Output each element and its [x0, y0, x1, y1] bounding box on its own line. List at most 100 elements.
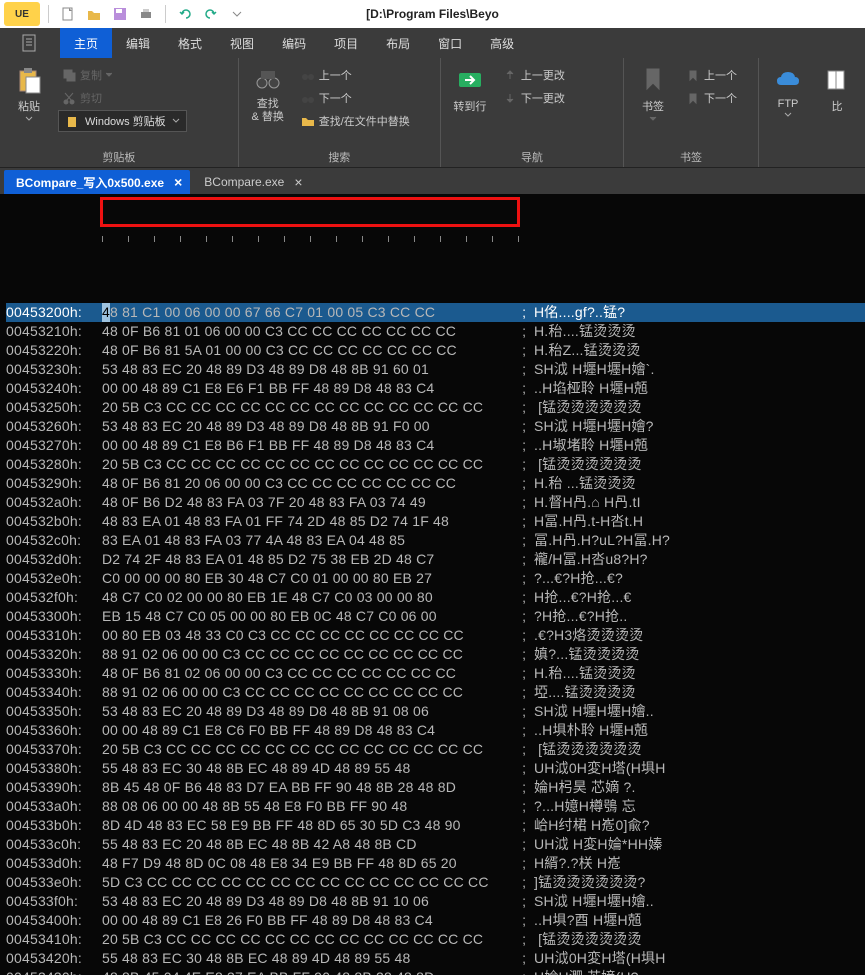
ascii-repr[interactable]: 峆H纣桾 H峞0]兪?: [534, 816, 650, 835]
compare-button[interactable]: 比: [817, 62, 857, 116]
hex-row[interactable]: 00453420h:55 48 83 EC 30 48 8B EC 48 89 …: [6, 949, 865, 968]
ascii-repr[interactable]: SH泧 H壥H壥H嬒?: [534, 417, 654, 436]
next-bookmark-button[interactable]: 下一个: [682, 87, 741, 109]
file-tab-active[interactable]: BCompare_写入0x500.exe ×: [4, 170, 190, 194]
hex-bytes[interactable]: 48 81 C1 00 06 00 00 67 66 C7 01 00 05 C…: [102, 303, 518, 322]
hex-bytes[interactable]: 88 08 06 00 00 48 8B 55 48 E8 F0 BB FF 9…: [102, 797, 518, 816]
hex-bytes[interactable]: 48 8B 45 04 4E E8 37 EA BB FF 90 48 8B 2…: [102, 968, 518, 975]
hex-bytes[interactable]: 20 5B C3 CC CC CC CC CC CC CC CC CC CC C…: [102, 398, 518, 417]
ascii-repr[interactable]: 婨H杛昊 芯嫡 ?.: [534, 778, 636, 797]
ftp-button[interactable]: FTP: [767, 62, 809, 120]
menu-view[interactable]: 视图: [216, 28, 268, 58]
hex-row[interactable]: 00453400h:00 00 48 89 C1 E8 26 F0 BB FF …: [6, 911, 865, 930]
ascii-repr[interactable]: ?...H嬑H樽鴞 忘: [534, 797, 636, 816]
find-replace-button[interactable]: 查找 & 替换: [247, 62, 289, 126]
hex-row[interactable]: 00453220h:48 0F B6 81 5A 01 00 00 C3 CC …: [6, 341, 865, 360]
hex-row[interactable]: 004532e0h:C0 00 00 00 80 EB 30 48 C7 C0 …: [6, 569, 865, 588]
hex-bytes[interactable]: 20 5B C3 CC CC CC CC CC CC CC CC CC CC C…: [102, 930, 518, 949]
hex-row[interactable]: 00453310h:00 80 EB 03 48 33 C0 C3 CC CC …: [6, 626, 865, 645]
ascii-repr[interactable]: 冨.H冎.H?uL?H冨.H?: [534, 531, 670, 550]
menu-advanced[interactable]: 高级: [476, 28, 528, 58]
ascii-repr[interactable]: UH泧0H変H塔(H埧H: [534, 949, 666, 968]
hex-bytes[interactable]: 20 5B C3 CC CC CC CC CC CC CC CC CC CC C…: [102, 740, 518, 759]
hex-row[interactable]: 004532f0h:48 C7 C0 02 00 00 80 EB 1E 48 …: [6, 588, 865, 607]
hex-bytes[interactable]: 48 0F B6 81 20 06 00 00 C3 CC CC CC CC C…: [102, 474, 518, 493]
ascii-repr[interactable]: H佲....gf?..锰?: [534, 303, 625, 322]
hex-editor[interactable]: 00453200h:48 81 C1 00 06 00 00 67 66 C7 …: [0, 194, 865, 975]
hex-bytes[interactable]: 48 83 EA 01 48 83 FA 01 FF 74 2D 48 85 D…: [102, 512, 518, 531]
ascii-repr[interactable]: [锰烫烫烫烫烫烫: [534, 398, 642, 417]
hex-row[interactable]: 004533a0h:88 08 06 00 00 48 8B 55 48 E8 …: [6, 797, 865, 816]
menu-format[interactable]: 格式: [164, 28, 216, 58]
hex-row[interactable]: 00453340h:88 91 02 06 00 00 C3 CC CC CC …: [6, 683, 865, 702]
menu-layout[interactable]: 布局: [372, 28, 424, 58]
hex-bytes[interactable]: 8D 4D 48 83 EC 58 E9 BB FF 48 8D 65 30 5…: [102, 816, 518, 835]
hex-row[interactable]: 00453290h:48 0F B6 81 20 06 00 00 C3 CC …: [6, 474, 865, 493]
ascii-repr[interactable]: ..H埧朴聆 H壥H兡: [534, 721, 648, 740]
hex-bytes[interactable]: 88 91 02 06 00 00 C3 CC CC CC CC CC CC C…: [102, 683, 518, 702]
hex-bytes[interactable]: 53 48 83 EC 20 48 89 D3 48 89 D8 48 8B 9…: [102, 702, 518, 721]
hex-bytes[interactable]: D2 74 2F 48 83 EA 01 48 85 D2 75 38 EB 2…: [102, 550, 518, 569]
hex-row[interactable]: 00453360h:00 00 48 89 C1 E8 C6 F0 BB FF …: [6, 721, 865, 740]
hex-bytes[interactable]: 55 48 83 EC 30 48 8B EC 48 89 4D 48 89 5…: [102, 949, 518, 968]
hex-row[interactable]: 00453390h:8B 45 48 0F B6 48 83 D7 EA BB …: [6, 778, 865, 797]
close-tab-button[interactable]: ×: [174, 174, 182, 190]
hex-row[interactable]: 00453370h:20 5B C3 CC CC CC CC CC CC CC …: [6, 740, 865, 759]
ascii-repr[interactable]: H抢...€?H抢...€: [534, 588, 632, 607]
ascii-repr[interactable]: [锰烫烫烫烫烫烫: [534, 455, 642, 474]
ascii-repr[interactable]: UH泧 H変H婨*HH嫀: [534, 835, 662, 854]
hex-bytes[interactable]: 48 C7 C0 02 00 00 80 EB 1E 48 C7 C0 03 0…: [102, 588, 518, 607]
hex-row[interactable]: 004532d0h:D2 74 2F 48 83 EA 01 48 85 D2 …: [6, 550, 865, 569]
print-button[interactable]: [135, 3, 157, 25]
hex-row[interactable]: 00453330h:48 0F B6 81 02 06 00 00 C3 CC …: [6, 664, 865, 683]
hex-bytes[interactable]: 53 48 83 EC 20 48 89 D3 48 89 D8 48 8B 9…: [102, 360, 518, 379]
hex-bytes[interactable]: 55 48 83 EC 30 48 8B EC 48 89 4D 48 89 5…: [102, 759, 518, 778]
hex-row[interactable]: 00453200h:48 81 C1 00 06 00 00 67 66 C7 …: [6, 303, 865, 322]
hex-row[interactable]: 004533c0h:55 48 83 EC 20 48 8B EC 48 8B …: [6, 835, 865, 854]
hex-row[interactable]: 004533f0h:53 48 83 EC 20 48 89 D3 48 89 …: [6, 892, 865, 911]
redo-button[interactable]: [200, 3, 222, 25]
ascii-repr[interactable]: H.督H冎.⌂ H冎.tI: [534, 493, 641, 512]
hex-row[interactable]: 00453430h:48 8B 45 04 4E E8 37 EA BB FF …: [6, 968, 865, 975]
hex-row[interactable]: 004533b0h:8D 4D 48 83 EC 58 E9 BB FF 48 …: [6, 816, 865, 835]
ascii-repr[interactable]: ?...€?H抢...€?: [534, 569, 623, 588]
prev-change-button[interactable]: 上一更改: [499, 64, 569, 86]
hex-bytes[interactable]: 00 00 48 89 C1 E8 E6 F1 BB FF 48 89 D8 4…: [102, 379, 518, 398]
ascii-repr[interactable]: H冨.H冎.t-H呇t.H: [534, 512, 643, 531]
file-menu-button[interactable]: [0, 28, 60, 58]
goto-line-button[interactable]: 转到行: [449, 62, 491, 116]
hex-row[interactable]: 00453320h:88 91 02 06 00 00 C3 CC CC CC …: [6, 645, 865, 664]
hex-bytes[interactable]: 48 0F B6 D2 48 83 FA 03 7F 20 48 83 FA 0…: [102, 493, 518, 512]
ascii-repr[interactable]: [锰烫烫烫烫烫烫: [534, 930, 642, 949]
ascii-repr[interactable]: .€?H3烙烫烫烫烫: [534, 626, 643, 645]
ascii-repr[interactable]: SH泧 H壥H壥H嬒`.: [534, 360, 655, 379]
hex-bytes[interactable]: EB 15 48 C7 C0 05 00 00 80 EB 0C 48 C7 C…: [102, 607, 518, 626]
hex-row[interactable]: 00453350h:53 48 83 EC 20 48 89 D3 48 89 …: [6, 702, 865, 721]
hex-row[interactable]: 004532a0h:48 0F B6 D2 48 83 FA 03 7F 20 …: [6, 493, 865, 512]
ascii-repr[interactable]: H.秮....锰烫烫烫: [534, 322, 636, 341]
ascii-repr[interactable]: UH泧0H変H塔(H埧H: [534, 759, 666, 778]
ascii-repr[interactable]: SH泧 H壥H壥H嬒..: [534, 892, 654, 911]
prev-bookmark-button[interactable]: 上一个: [682, 64, 741, 86]
paste-button[interactable]: 粘贴: [8, 62, 50, 124]
hex-row[interactable]: 00453380h:55 48 83 EC 30 48 8B EC 48 89 …: [6, 759, 865, 778]
hex-row[interactable]: 004532c0h:83 EA 01 48 83 FA 03 77 4A 48 …: [6, 531, 865, 550]
ascii-repr[interactable]: 襱/H冨.H呇u8?H?: [534, 550, 648, 569]
menu-window[interactable]: 窗口: [424, 28, 476, 58]
file-tab[interactable]: BCompare.exe ×: [192, 170, 310, 194]
find-in-files-button[interactable]: 查找/在文件中替换: [297, 110, 414, 132]
hex-bytes[interactable]: 00 00 48 89 C1 E8 26 F0 BB FF 48 89 D8 4…: [102, 911, 518, 930]
hex-bytes[interactable]: 53 48 83 EC 20 48 89 D3 48 89 D8 48 8B 9…: [102, 892, 518, 911]
undo-button[interactable]: [174, 3, 196, 25]
hex-row[interactable]: 004532b0h:48 83 EA 01 48 83 FA 01 FF 74 …: [6, 512, 865, 531]
ascii-repr[interactable]: ]锰烫烫烫烫烫烫?: [534, 873, 645, 892]
save-button[interactable]: [109, 3, 131, 25]
hex-bytes[interactable]: 83 EA 01 48 83 FA 03 77 4A 48 83 EA 04 4…: [102, 531, 518, 550]
ascii-repr[interactable]: 嫃?...锰烫烫烫烫: [534, 645, 639, 664]
ascii-repr[interactable]: ?H抢...€?H抢..: [534, 607, 627, 626]
ascii-repr[interactable]: H婨H淝 芯嫡(H?: [534, 968, 639, 975]
hex-bytes[interactable]: 5D C3 CC CC CC CC CC CC CC CC CC CC CC C…: [102, 873, 518, 892]
cut-button[interactable]: 剪切: [58, 87, 187, 109]
ascii-repr[interactable]: [锰烫烫烫烫烫烫: [534, 740, 642, 759]
hex-row[interactable]: 004533d0h:48 F7 D9 48 8D 0C 08 48 E8 34 …: [6, 854, 865, 873]
